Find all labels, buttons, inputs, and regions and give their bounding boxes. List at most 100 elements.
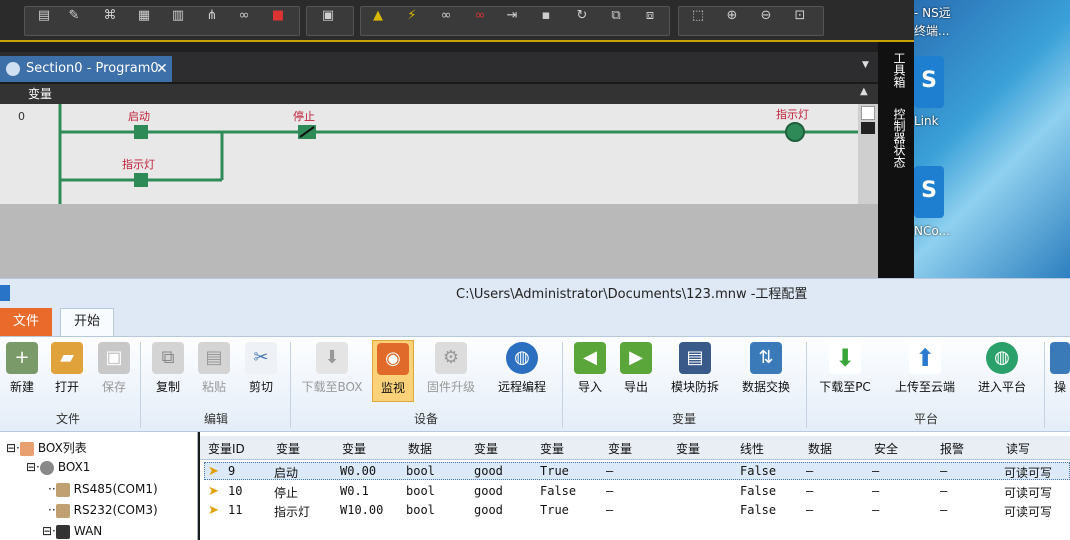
table-cell: 可读可写 [1004, 485, 1053, 500]
variables-header[interactable]: 变量 [0, 84, 878, 104]
table-cell: — [940, 503, 948, 517]
table-cell: — [940, 464, 948, 478]
ladder-scrollbar[interactable] [858, 104, 878, 204]
firmware-upgrade-button[interactable]: ⚙ 固件升级 [420, 340, 482, 402]
binoculars-icon[interactable]: ∞ [236, 8, 252, 24]
wand-icon[interactable]: ⚡ [404, 8, 420, 24]
controller-status-tab[interactable]: 控制器状态 [886, 108, 906, 168]
upload-to-cloud-button[interactable]: ⬆ 上传至云端 [886, 340, 964, 402]
chevron-up-icon[interactable]: ▲ [860, 86, 868, 97]
column-header[interactable]: 安全 [874, 440, 898, 457]
copy-button[interactable]: ⧉ 复制 [150, 340, 186, 402]
app-shortcut-icon[interactable]: S [914, 56, 944, 108]
import-button[interactable]: ◀ 导入 [572, 340, 608, 402]
export-button[interactable]: ▶ 导出 [618, 340, 654, 402]
column-header[interactable]: 报警 [940, 440, 964, 457]
table-cell: — [872, 464, 880, 478]
tree-item-label: BOX1 [57, 460, 91, 474]
app-shortcut-icon[interactable]: S [914, 166, 944, 218]
transfer-icon[interactable]: ⇥ [504, 8, 520, 24]
desktop-icon-label[interactable]: NCo... [914, 224, 950, 238]
cut-button[interactable]: ✂ 剪切 [242, 340, 280, 402]
expand-icon[interactable]: ⊟· [26, 460, 40, 474]
column-header[interactable]: 变量 [676, 440, 700, 457]
table-cell: False [540, 483, 577, 498]
compile-icon[interactable]: ▣ [320, 8, 336, 24]
tree-item-box1[interactable]: ⊟· BOX1 [26, 460, 90, 475]
offline-icon[interactable]: ∞ [472, 8, 488, 24]
ribbon-group-label: 平台 [913, 412, 938, 426]
stop-icon[interactable]: ■ [270, 8, 286, 24]
tree-icon[interactable]: ⋔ [204, 8, 220, 24]
arrow-right-icon: ▶ [620, 342, 652, 374]
zoom-area-icon[interactable]: ⊡ [792, 8, 808, 24]
expand-icon[interactable]: ⊟· [42, 524, 56, 538]
scroll-thumb[interactable] [861, 122, 875, 134]
tree-item-com3[interactable]: ·· RS232(COM3) [48, 503, 158, 518]
tree-item-box-list[interactable]: ⊟· BOX列表 [6, 439, 87, 456]
table-cell: 停止 [274, 485, 299, 500]
button-label: 下载至PC [819, 380, 871, 394]
table-cell: bool [406, 464, 435, 478]
download-to-box-button[interactable]: ⬇ 下载至BOX [298, 340, 366, 402]
layout-icon[interactable]: ⧈ [642, 8, 658, 24]
tree-item-com1[interactable]: ·· RS485(COM1) [48, 482, 158, 497]
window-icon[interactable]: ▤ [36, 8, 52, 24]
exchange-icon: ⇅ [750, 342, 782, 374]
ribbon-group-label: 变量 [671, 412, 696, 426]
download-to-pc-button[interactable]: ⬇ 下载至PC [814, 340, 876, 402]
monitor-button[interactable]: ◉ 监视 [372, 340, 414, 402]
enter-platform-button[interactable]: ◍ 进入平台 [970, 340, 1034, 402]
tab-file[interactable]: 文件 [0, 308, 52, 336]
save-button[interactable]: ▣ 保存 [96, 340, 132, 402]
toolbox-tab[interactable]: 工具箱 [886, 52, 906, 88]
column-header[interactable]: 读写 [1006, 440, 1030, 457]
column-header[interactable]: 数据 [808, 440, 832, 457]
tab-section0-program0[interactable]: Section0 - Program0 ✕ [0, 56, 172, 82]
data-exchange-button[interactable]: ⇅ 数据交换 [734, 340, 798, 402]
arrow-left-icon: ◀ [574, 342, 606, 374]
warning-icon[interactable]: ▲ [370, 8, 386, 24]
column-header[interactable]: 变量 [276, 440, 300, 457]
expand-icon[interactable]: ⊟· [6, 441, 20, 455]
column-header[interactable]: 变量 [474, 440, 498, 457]
online-icon[interactable]: ∞ [438, 8, 454, 24]
column-header[interactable]: 变量 [608, 440, 632, 457]
zoom-out-icon[interactable]: ⊖ [758, 8, 774, 24]
operate-button[interactable]: 操 [1050, 340, 1070, 402]
column-header[interactable]: 变量 [342, 440, 366, 457]
tree-item-wan[interactable]: ⊟· WAN [42, 524, 102, 539]
cascade-icon[interactable]: ▪ [538, 8, 554, 24]
button-label: 导出 [623, 380, 648, 394]
tool-icon[interactable]: ✎ [66, 8, 82, 24]
network-icon[interactable]: ⌘ [102, 8, 118, 24]
desktop-icon-label[interactable]: Link [914, 114, 939, 128]
column-header[interactable]: 变量 [540, 440, 564, 457]
column-header[interactable]: 线性 [740, 440, 764, 457]
refresh-icon[interactable]: ↻ [574, 8, 590, 24]
column-header[interactable]: 变量ID [208, 440, 245, 457]
close-icon[interactable]: ✕ [156, 56, 168, 82]
chevron-down-icon[interactable]: ▼ [862, 60, 869, 70]
grid-icon[interactable]: ▦ [136, 8, 152, 24]
new-button[interactable]: + 新建 [4, 340, 40, 402]
module-protect-button[interactable]: ▤ 模块防拆 [664, 340, 726, 402]
table-cell: good [474, 483, 503, 498]
desktop-text: 终端... [914, 24, 950, 38]
button-label: 监视 [380, 381, 405, 395]
tree-item-label: RS232(COM3) [73, 503, 158, 517]
table-cell: 11 [228, 503, 243, 517]
column-header[interactable]: 数据 [408, 440, 432, 457]
tab-start[interactable]: 开始 [60, 308, 114, 336]
remote-programming-button[interactable]: ◍ 远程编程 [490, 340, 554, 402]
scroll-up-button[interactable] [861, 106, 875, 120]
compare-icon[interactable]: ⧉ [608, 8, 624, 24]
table-icon[interactable]: ▥ [170, 8, 186, 24]
table-cell: False [740, 464, 777, 478]
paste-button[interactable]: ▤ 粘贴 [196, 340, 232, 402]
ladder-empty-area[interactable] [0, 204, 878, 278]
fit-icon[interactable]: ⬚ [690, 8, 706, 24]
open-button[interactable]: ▰ 打开 [48, 340, 86, 402]
button-label: 远程编程 [497, 380, 546, 394]
zoom-in-icon[interactable]: ⊕ [724, 8, 740, 24]
